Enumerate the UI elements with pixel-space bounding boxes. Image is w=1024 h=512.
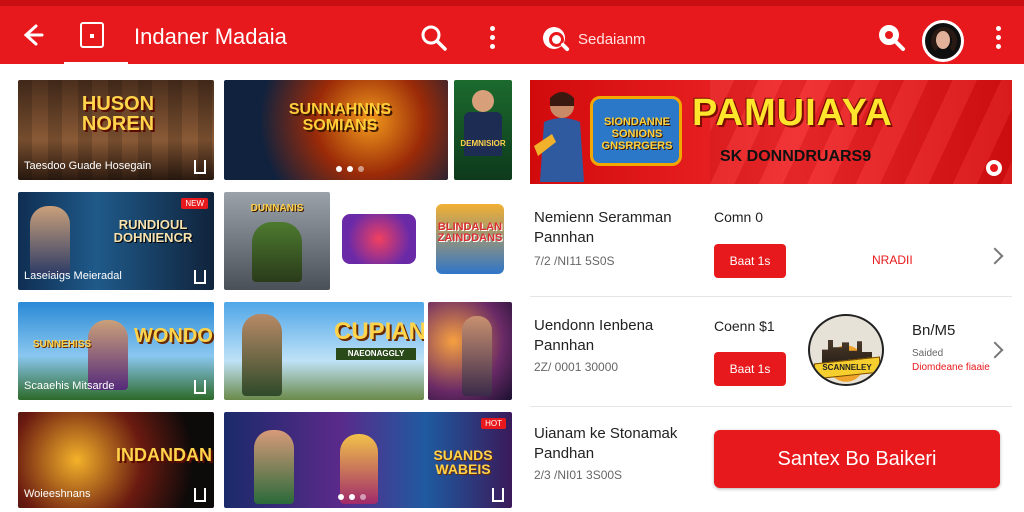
app-title: Indaner Madaia: [134, 24, 287, 49]
search-icon[interactable]: [878, 24, 906, 52]
tile-subtitle: SUNNEHISS: [32, 339, 92, 350]
game-tile[interactable]: SUANDS WABEIS HOT: [224, 412, 512, 508]
tile-title: SUNNAHNNS SOMIANS: [288, 101, 392, 134]
game-tile[interactable]: CUPIAN NAEONAGGLY: [224, 302, 424, 400]
game-tile[interactable]: SUNNAHNNS SOMIANS: [224, 80, 448, 180]
tile-title: HUSON NOREN: [81, 93, 155, 135]
chevron-right-icon[interactable]: [986, 247, 1004, 265]
carousel-dots: [338, 494, 366, 500]
top-app-bar: Indaner Madaia Sedaianm: [0, 0, 1024, 65]
list-item-title[interactable]: Nemienn Seramman Pannhan: [534, 208, 704, 248]
search-icon[interactable]: [420, 24, 448, 52]
bookmark-icon[interactable]: [194, 488, 206, 502]
game-tile[interactable]: WONDOM SUNNEHISS Scaaehis Mitsarde: [18, 302, 214, 400]
tile-subtitle: NAEONAGGLY: [336, 348, 416, 360]
list-item-side-note: Diomdeane fiaaie: [912, 362, 990, 373]
tile-title: CUPIAN: [334, 318, 424, 345]
tile-badge: HOT: [481, 418, 506, 429]
banner-hero-art: [534, 86, 590, 182]
search-icon[interactable]: [540, 24, 570, 54]
game-tile[interactable]: RUNDIOUL DOHNIENCR NEW Laseiaigs Meierad…: [18, 192, 214, 290]
game-tile[interactable]: HUSON NOREN Taesdoo Guade Hosegain: [18, 80, 214, 180]
bookmark-icon[interactable]: [492, 488, 504, 502]
list-item-meta: 2Z/ 0001 30000: [534, 360, 619, 374]
list-item-title[interactable]: Uendonn Ienbena Pannhan: [534, 316, 704, 356]
game-tile[interactable]: DUNNANIS: [224, 192, 330, 290]
list-item-side-subtitle: Saided: [912, 348, 944, 359]
back-arrow-icon[interactable]: [16, 20, 46, 50]
banner-logo-text: SIONDANNE SONIONS GNSRRGERS: [601, 116, 673, 153]
list-item-side-title: Bn/M5: [912, 322, 956, 339]
divider: [530, 406, 1012, 407]
divider: [530, 296, 1012, 297]
book-icon[interactable]: [80, 22, 104, 48]
avatar[interactable]: [922, 20, 964, 62]
tile-badge: NEW: [181, 198, 208, 209]
tile-caption: Taesdoo Guade Hosegain: [24, 160, 152, 172]
list-item-button[interactable]: Baat 1s: [714, 352, 786, 386]
list-item-button[interactable]: Baat 1s: [714, 244, 786, 278]
banner-indicator-icon[interactable]: [986, 160, 1002, 176]
list-item-meta: 7/2 /NI11 5S0S: [534, 254, 615, 268]
tile-title: RUNDIOUL DOHNIENCR: [113, 217, 193, 245]
game-tile[interactable]: [428, 302, 512, 400]
search-label[interactable]: Sedaianm: [578, 31, 646, 48]
list-item-count: Comn 0: [714, 209, 764, 225]
game-tile[interactable]: BLINDALAN ZAINDDANS: [332, 192, 512, 290]
banner-title: PAMUIAYA: [692, 92, 893, 134]
list-item-status: NRADII: [872, 253, 913, 267]
list-item-title[interactable]: Uianam ke Stonamak Pandhan: [534, 424, 704, 464]
game-tile[interactable]: INDANDAN Woieeshnans: [18, 412, 214, 508]
tile-title: WONDOM: [134, 325, 214, 347]
tile-title: DUNNANIS: [250, 203, 304, 214]
tile-title: BLINDALAN ZAINDDANS: [437, 221, 503, 244]
bookmark-icon[interactable]: [194, 380, 206, 394]
tile-title: SUANDS WABEIS: [433, 447, 493, 477]
app-root: Indaner Madaia Sedaianm HUSON NOREN Taes…: [0, 0, 1024, 512]
tile-caption: Laseiaigs Meieradal: [24, 270, 122, 282]
badge-text: SCANNELEY: [822, 363, 872, 372]
game-logo-badge[interactable]: SCANNELEY: [808, 314, 884, 386]
tile-title: INDANDAN: [116, 445, 212, 465]
list-item-meta: 2/3 /NI01 3S00S: [534, 468, 623, 482]
game-tile[interactable]: DEMNISIOR: [454, 80, 512, 180]
carousel-dots: [336, 166, 364, 172]
banner-subtitle: SK DONNDRUARS9: [720, 148, 872, 165]
list-item-count: Coenn $1: [714, 318, 775, 334]
chevron-right-icon[interactable]: [986, 341, 1004, 359]
more-vert-icon[interactable]: [484, 24, 500, 52]
active-tab-indicator: [64, 62, 128, 65]
tile-caption: Scaaehis Mitsarde: [24, 380, 115, 392]
primary-action-button[interactable]: Santex Bo Baikeri: [714, 430, 1000, 488]
more-vert-icon[interactable]: [990, 24, 1006, 52]
bookmark-icon[interactable]: [194, 160, 206, 174]
bookmark-icon[interactable]: [194, 270, 206, 284]
tile-title: DEMNISIOR: [460, 139, 506, 148]
tile-caption: Woieeshnans: [24, 488, 91, 500]
